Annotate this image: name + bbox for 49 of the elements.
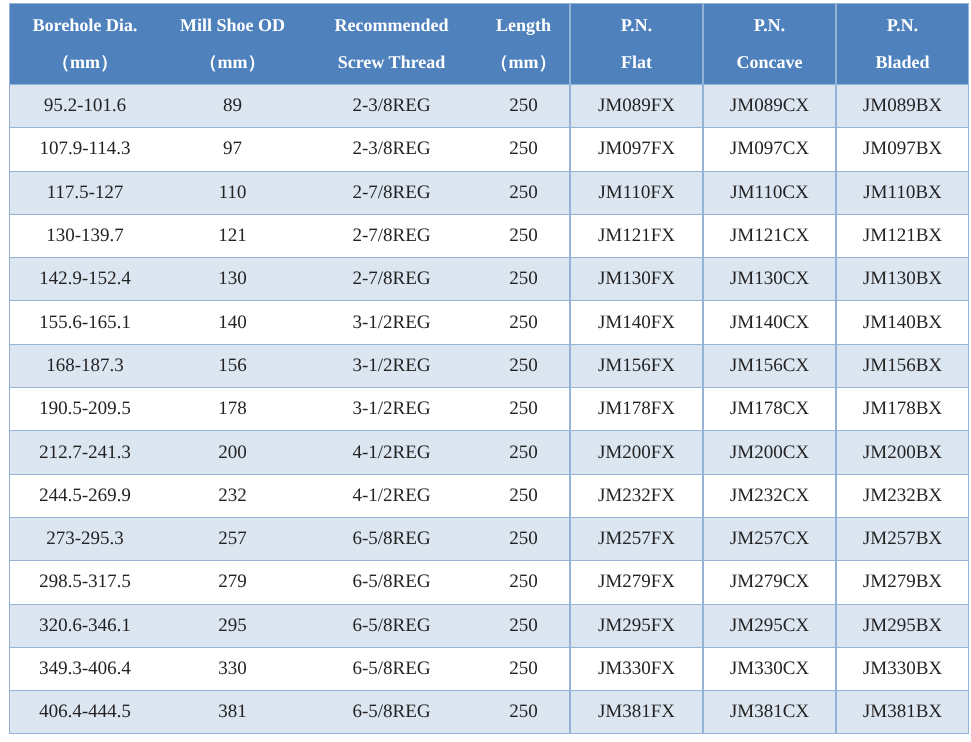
column-header: P.N. — [886, 14, 920, 37]
column-header: Length — [494, 14, 552, 37]
table-cell: 3-1/2REG — [305, 300, 478, 344]
table-cell: JM381CX — [703, 690, 836, 734]
table-cell: 250 — [478, 690, 570, 734]
table-cell: 250 — [478, 604, 570, 648]
table-cell: 212.7-241.3 — [10, 430, 160, 474]
table-cell: 200 — [160, 430, 305, 474]
column-header: P.N. — [752, 14, 786, 37]
column-header: Concave — [736, 51, 804, 74]
table-cell: 250 — [478, 300, 570, 344]
table-cell: 140 — [160, 300, 305, 344]
table-cell: 6-5/8REG — [305, 560, 478, 604]
table-cell: 250 — [478, 171, 570, 214]
table-cell: 2-3/8REG — [305, 128, 478, 172]
table-cell: 250 — [478, 560, 570, 604]
table-cell: 232 — [160, 474, 305, 518]
column-header: （mm） — [490, 51, 558, 74]
column-header: Bladed — [874, 51, 931, 74]
table-cell: 320.6-346.1 — [10, 604, 160, 648]
table-cell: 155.6-165.1 — [10, 300, 160, 344]
table-cell: 298.5-317.5 — [10, 560, 160, 604]
table-cell: 117.5-127 — [10, 171, 160, 214]
table-cell: JM381FX — [570, 690, 703, 734]
table-cell: 250 — [478, 430, 570, 474]
column-header: Screw Thread — [336, 51, 446, 74]
column-header: Recommended — [334, 14, 450, 37]
table-cell: 4-1/2REG — [305, 430, 478, 474]
column-header: Flat — [620, 51, 653, 74]
table-cell: JM381BX — [836, 690, 968, 734]
table-cell: 107.9-114.3 — [10, 128, 160, 172]
column-header: P.N. — [620, 14, 654, 37]
table-cell: 244.5-269.9 — [10, 474, 160, 518]
column-header: （mm） — [198, 51, 266, 74]
table-cell: 6-5/8REG — [305, 604, 478, 648]
table-cell: 250 — [478, 128, 570, 172]
table-cell: 4-1/2REG — [305, 474, 478, 518]
table-cell: 381 — [160, 690, 305, 734]
table-cell: 250 — [478, 474, 570, 518]
table-cell: 295 — [160, 604, 305, 648]
table-cell: 2-7/8REG — [305, 171, 478, 214]
table-cell: 97 — [160, 128, 305, 172]
table-cell: 6-5/8REG — [305, 690, 478, 734]
column-header: Mill Shoe OD — [178, 14, 286, 37]
column-header: （mm） — [51, 51, 119, 74]
table-cell: 406.4-444.5 — [10, 690, 160, 734]
column-header: Borehole Dia. — [32, 14, 138, 37]
table-cell: 279 — [160, 560, 305, 604]
table-cell: 110 — [160, 171, 305, 214]
